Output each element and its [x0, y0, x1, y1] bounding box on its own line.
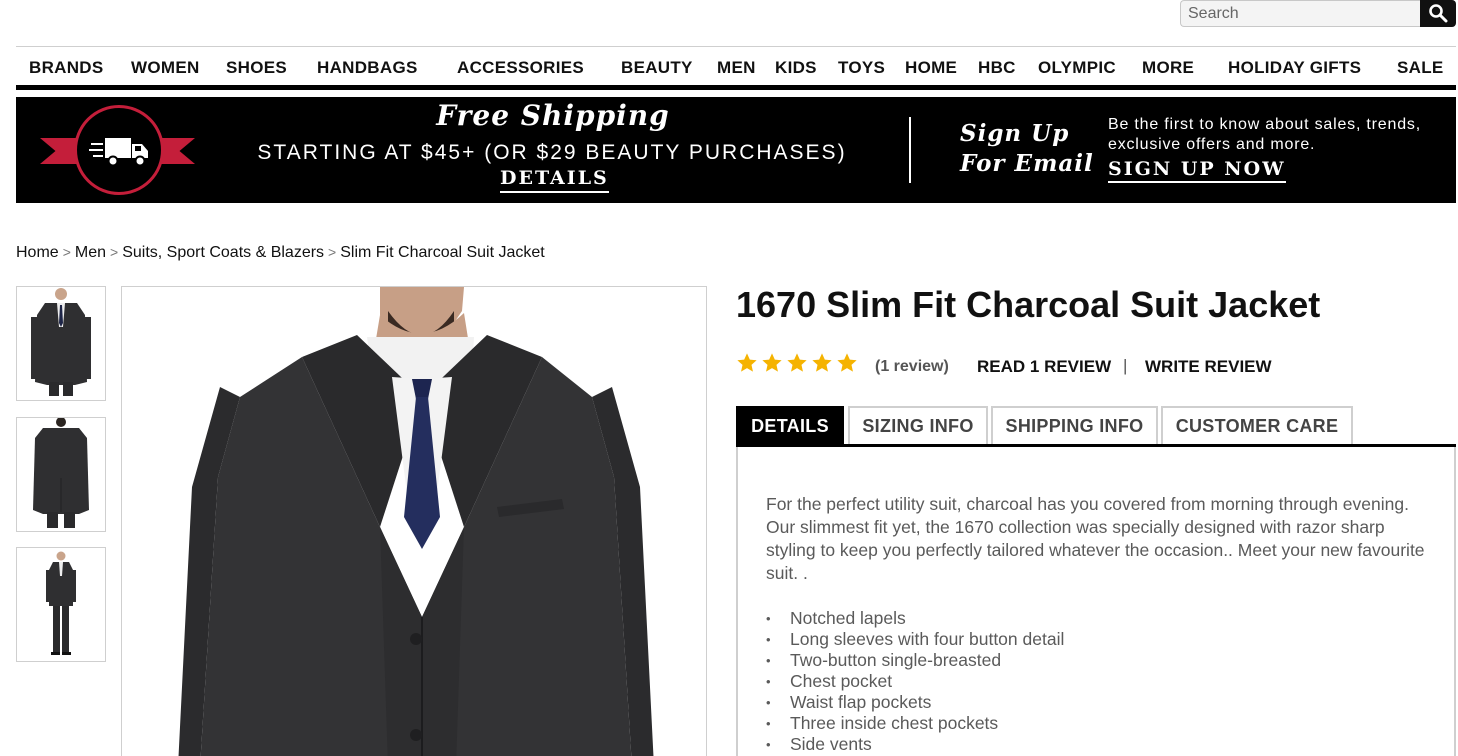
email-signup-title: Sign Up For Email: [960, 119, 1094, 179]
details-panel: For the perfect utility suit, charcoal h…: [736, 447, 1456, 756]
thumbnail-front[interactable]: [16, 286, 106, 401]
email-signup-description: Be the first to know about sales, trends…: [1108, 116, 1421, 153]
feature-item: Two-button single-breasted: [766, 650, 1064, 671]
nav-item-toys[interactable]: TOYS: [838, 58, 885, 78]
star-icon: [837, 353, 857, 372]
nav-item-more[interactable]: MORE: [1142, 58, 1194, 78]
breadcrumb-men[interactable]: Men: [75, 244, 106, 261]
tab-details[interactable]: DETAILS: [736, 406, 844, 446]
nav-item-olympic[interactable]: OLYMPIC: [1038, 58, 1116, 78]
nav-item-hbc[interactable]: HBC: [978, 58, 1016, 78]
sign-up-now-link[interactable]: SIGN UP NOW: [1108, 158, 1286, 183]
tab-sizing-info[interactable]: SIZING INFO: [848, 406, 988, 446]
breadcrumb-separator: >: [328, 244, 337, 260]
nav-item-beauty[interactable]: BEAUTY: [621, 58, 693, 78]
feature-item: Waist flap pockets: [766, 692, 1064, 713]
breadcrumb-separator: >: [110, 244, 119, 260]
feature-item: Side vents: [766, 734, 1064, 755]
search-input[interactable]: [1180, 0, 1422, 27]
thumbnail-back[interactable]: [16, 417, 106, 532]
free-shipping-subtitle: STARTING AT $45+ (OR $29 BEAUTY PURCHASE…: [257, 141, 847, 164]
search-button[interactable]: [1420, 0, 1456, 27]
product-title: 1670 Slim Fit Charcoal Suit Jacket: [736, 284, 1321, 325]
nav-item-holiday-gifts[interactable]: HOLIDAY GIFTS: [1228, 58, 1361, 78]
thumbnail-full-length[interactable]: [16, 547, 106, 662]
rating-stars: [736, 352, 861, 376]
tab-shipping-info[interactable]: SHIPPING INFO: [991, 406, 1158, 446]
breadcrumb: Home > Men > Suits, Sport Coats & Blazers > Sl…: [16, 244, 545, 262]
breadcrumb-suits[interactable]: Suits, Sport Coats & Blazers: [122, 244, 324, 261]
feature-item: Chest pocket: [766, 671, 1064, 692]
promo-banner: Free Shipping STARTING AT $45+ (OR $29 B…: [16, 97, 1456, 203]
suit-back-thumbnail-image: [33, 418, 89, 528]
feature-list: Notched lapels Long sleeves with four bu…: [766, 608, 1064, 755]
banner-divider: [909, 117, 911, 183]
email-title-line1: Sign Up: [960, 120, 1070, 147]
star-icon: [737, 353, 757, 372]
nav-item-brands[interactable]: BRANDS: [29, 58, 104, 78]
review-count: (1 review): [875, 358, 949, 375]
nav-item-men[interactable]: MEN: [717, 58, 756, 78]
truck-badge: [74, 105, 164, 195]
truck-icon: [89, 138, 148, 167]
search-bar: [1180, 0, 1456, 27]
tab-customer-care[interactable]: CUSTOMER CARE: [1161, 406, 1353, 446]
breadcrumb-separator: >: [62, 244, 71, 260]
star-icon: [812, 353, 832, 372]
nav-item-women[interactable]: WOMEN: [131, 58, 200, 78]
read-review-link[interactable]: READ 1 REVIEW: [977, 357, 1111, 377]
free-shipping-title: Free Shipping: [436, 99, 670, 132]
review-link-separator: |: [1123, 356, 1128, 375]
product-description: For the perfect utility suit, charcoal h…: [766, 494, 1425, 583]
search-icon: [1429, 4, 1448, 23]
nav-item-shoes[interactable]: SHOES: [226, 58, 287, 78]
write-review-link[interactable]: WRITE REVIEW: [1145, 357, 1272, 377]
email-title-line2: For Email: [960, 150, 1094, 177]
main-nav: BRANDS WOMEN SHOES HANDBAGS ACCESSORIES …: [16, 46, 1456, 90]
shipping-details-link[interactable]: DETAILS: [500, 167, 609, 193]
main-product-image[interactable]: [121, 286, 707, 756]
breadcrumb-current: Slim Fit Charcoal Suit Jacket: [340, 244, 545, 261]
breadcrumb-home[interactable]: Home: [16, 244, 59, 261]
nav-item-handbags[interactable]: HANDBAGS: [317, 58, 418, 78]
feature-item: Three inside chest pockets: [766, 713, 1064, 734]
suit-front-thumbnail-image: [31, 288, 91, 396]
nav-item-accessories[interactable]: ACCESSORIES: [457, 58, 584, 78]
nav-item-kids[interactable]: KIDS: [775, 58, 817, 78]
nav-item-home[interactable]: HOME: [905, 58, 957, 78]
star-icon: [762, 353, 782, 372]
feature-item: Notched lapels: [766, 608, 1064, 629]
star-icon: [787, 353, 807, 372]
nav-item-sale[interactable]: SALE: [1397, 58, 1444, 78]
suit-full-length-thumbnail-image: [46, 551, 76, 655]
feature-item: Long sleeves with four button detail: [766, 629, 1064, 650]
suit-jacket-image: [178, 287, 654, 756]
